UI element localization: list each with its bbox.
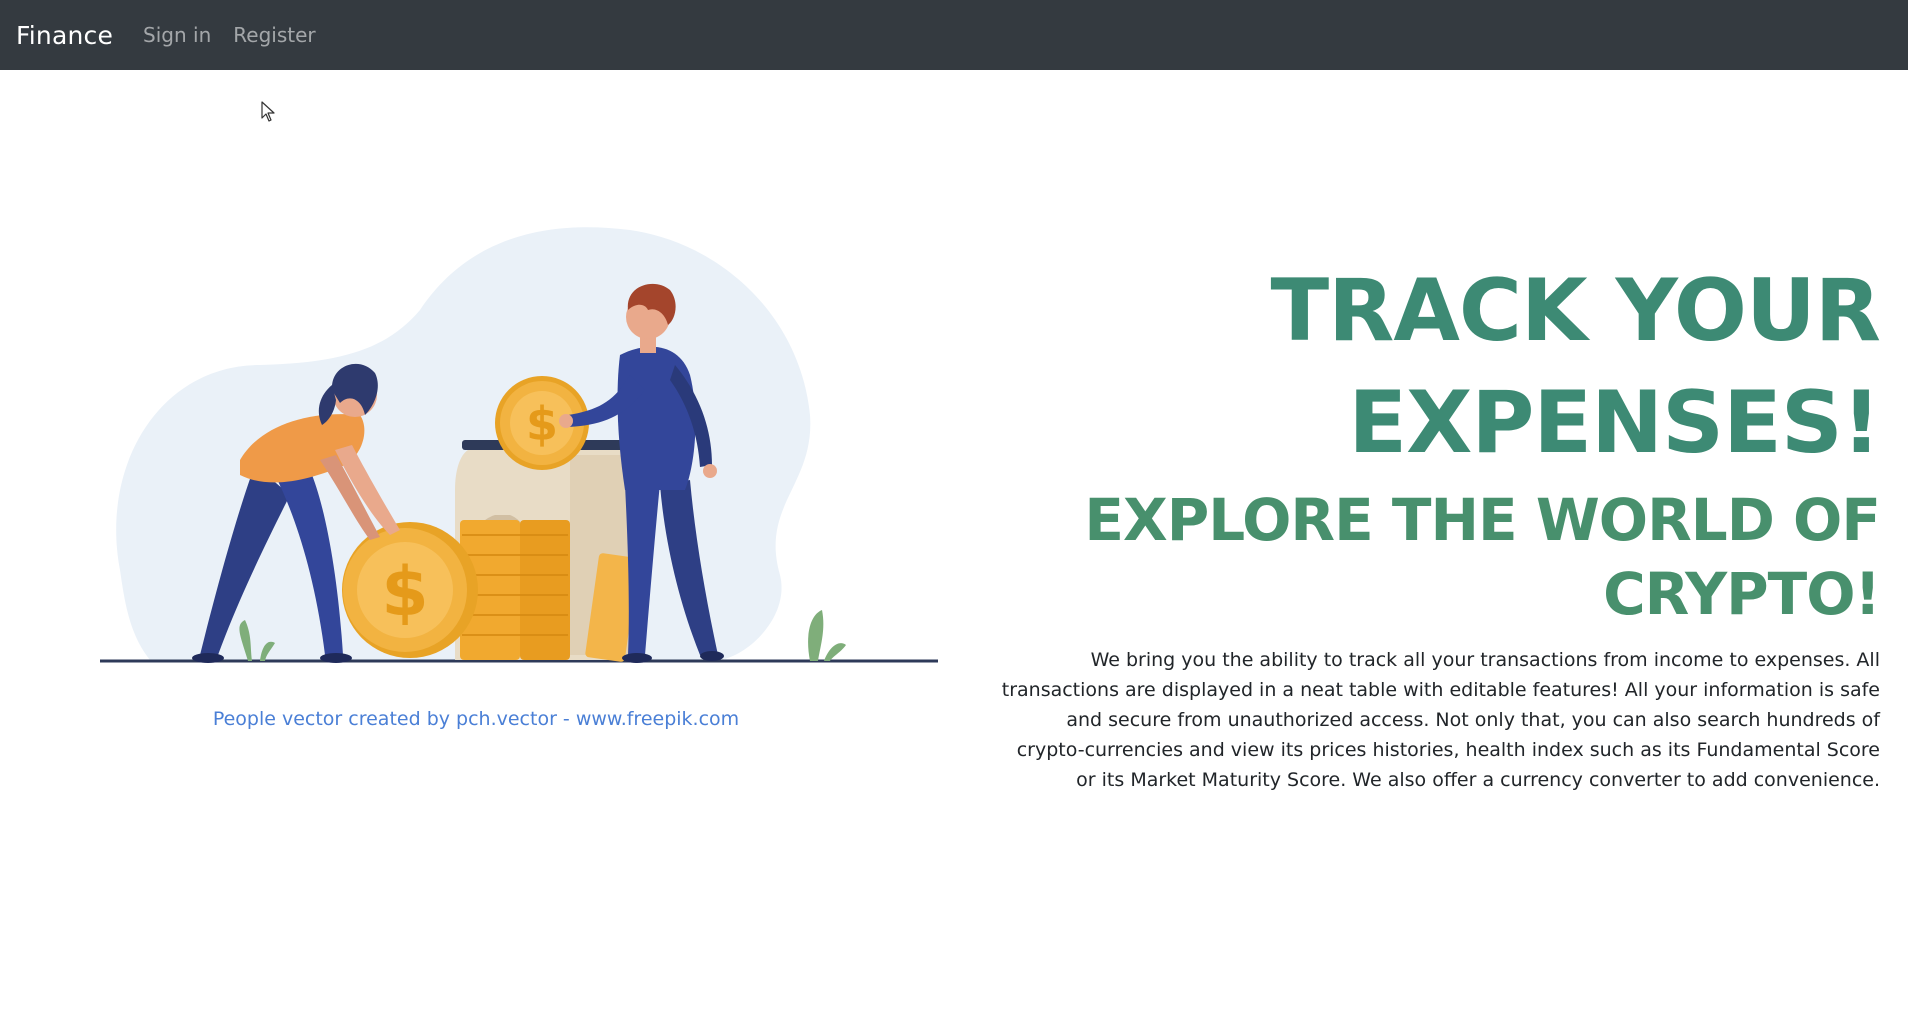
- top-navbar: Finance Sign in Register: [0, 0, 1908, 70]
- image-credit-link[interactable]: People vector created by pch.vector - ww…: [100, 708, 852, 730]
- hero-description: We bring you the ability to track all yo…: [1001, 649, 1880, 791]
- hero-title-line-1: TRACK YOUR: [1270, 261, 1881, 361]
- big-coin-dollar-icon: $: [381, 553, 428, 632]
- hero-subtitle-line-2: CRYPTO!: [1603, 560, 1881, 628]
- coin-stack-2: [520, 520, 570, 660]
- small-coin-dollar-icon: $: [526, 397, 558, 451]
- plant-right: [808, 610, 846, 661]
- sign-in-link[interactable]: Sign in: [143, 23, 211, 47]
- hero-section: TRACK YOUR EXPENSES! EXPLORE THE WORLD O…: [980, 255, 1881, 631]
- brand-logo-link[interactable]: Finance: [16, 21, 113, 50]
- register-link[interactable]: Register: [233, 23, 315, 47]
- hero-title-line-2: EXPENSES!: [1348, 373, 1881, 473]
- savings-illustration: $ $: [100, 227, 938, 663]
- mouse-cursor-icon: [261, 101, 275, 122]
- hero-subtitle-line-1: EXPLORE THE WORLD OF: [1084, 486, 1881, 554]
